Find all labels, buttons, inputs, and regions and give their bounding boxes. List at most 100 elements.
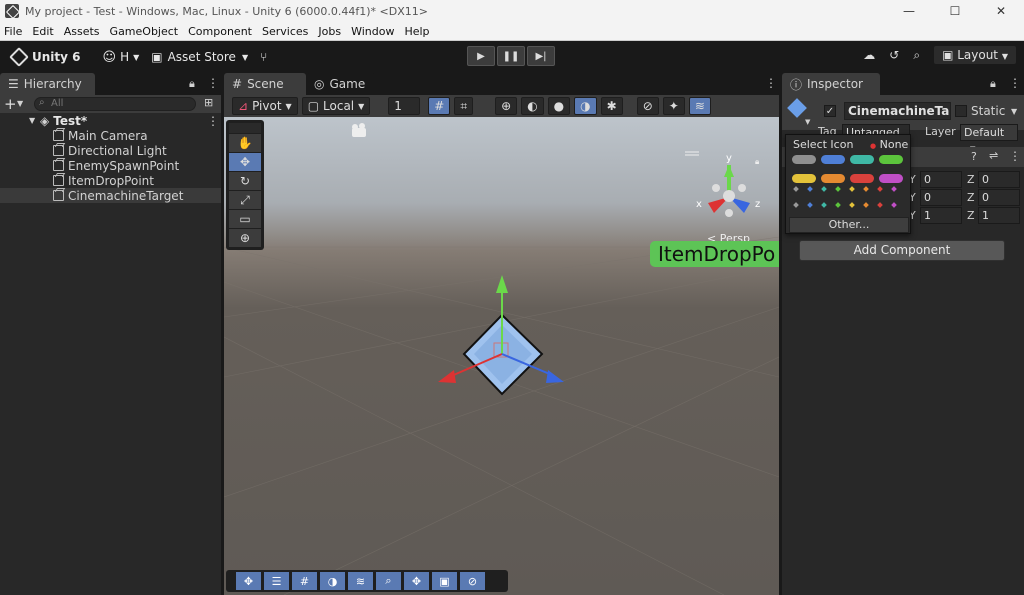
dot-icon-option[interactable] [877,186,883,192]
menu-jobs[interactable]: Jobs [313,25,346,38]
rotate-tool-button[interactable]: ↻ [229,172,261,190]
shading-wire-toggle[interactable]: ◐ [521,97,544,115]
account-button[interactable]: ☺ H ▼ [97,46,146,68]
hamburger-icon[interactable] [685,151,699,156]
pivot-dropdown[interactable]: ⊿ Pivot ▼ [232,97,298,115]
more-options-icon[interactable]: ⋮ [1009,76,1021,90]
shading-solid-toggle[interactable]: ● [547,97,571,115]
label-icon-option[interactable] [792,155,816,164]
dot-icon-option[interactable] [863,186,869,192]
asset-store-button[interactable]: ▣ Asset Store ▼ [145,46,254,68]
layout-dropdown[interactable]: ▣ Layout ▼ [934,46,1016,64]
local-dropdown[interactable]: ▢ Local ▼ [301,97,371,115]
rect-tool-button[interactable]: ▭ [229,210,261,228]
label-icon-option[interactable] [821,174,845,183]
menu-edit[interactable]: Edit [27,25,58,38]
scene-row[interactable]: ▼ ◈ Test* ⋮ [0,113,221,128]
preset-icon[interactable]: ⇌ [989,149,998,162]
tab-scene[interactable]: # Scene [224,73,306,95]
grid-snap-input[interactable]: 1 [388,97,421,115]
transform-tool-button[interactable]: ⊕ [229,229,261,247]
move-overlay-button-2[interactable]: ✥ [404,572,429,590]
scale-tool-button[interactable]: ⤢ [229,191,261,209]
label-icon-option[interactable] [792,174,816,183]
gizmo-toggle[interactable]: ⊕ [495,97,518,115]
lock-icon[interactable]: 🔒︎ [755,157,759,167]
palette-drag-handle[interactable] [229,123,261,133]
debug-toggle[interactable]: ✱ [600,97,623,115]
shading-overlay-button[interactable]: ◑ [320,572,345,590]
grid-toggle[interactable]: # [428,97,451,115]
add-component-button[interactable]: Add Component [799,240,1005,261]
move-tool-button[interactable]: ✥ [229,153,261,171]
transform-gizmo[interactable] [438,275,564,396]
label-icon-option[interactable] [821,155,845,164]
search-icon[interactable]: ⌕ [913,48,920,63]
hierarchy-item[interactable]: Main Camera [0,128,221,143]
expand-arrow-icon[interactable]: ▼ [29,116,35,125]
hierarchy-item-selected[interactable]: CinemachineTarget [0,188,221,203]
dot-icon-option[interactable] [807,186,813,192]
scale-z-input[interactable]: 1 [978,207,1020,224]
dot-icon-option[interactable] [835,202,841,208]
position-y-input[interactable]: 0 [920,171,962,188]
menu-component[interactable]: Component [183,25,257,38]
dot-icon-option[interactable] [849,202,855,208]
position-z-input[interactable]: 0 [978,171,1020,188]
menu-gameobject[interactable]: GameObject [105,25,184,38]
tab-inspector[interactable]: ⓘ Inspector [782,73,880,95]
rotation-z-input[interactable]: 0 [978,189,1020,206]
maximize-button[interactable]: ☐ [932,0,978,22]
scale-y-input[interactable]: 1 [920,207,962,224]
static-checkbox[interactable] [955,105,967,117]
hierarchy-item[interactable]: Directional Light [0,143,221,158]
dot-icon-option[interactable] [891,186,897,192]
label-icon-option[interactable] [850,174,874,183]
close-button[interactable]: ✕ [978,0,1024,22]
snap-toggle[interactable]: ⌗ [454,97,474,115]
menu-services[interactable]: Services [257,25,313,38]
move-overlay-button[interactable]: ✥ [236,572,261,590]
more-options-icon[interactable]: ⋮ [207,76,219,90]
tab-game[interactable]: ◎ Game [306,73,376,95]
step-button[interactable]: ▶| [527,46,555,66]
scene-view[interactable]: y x z 🔒︎ < Persp ItemDropPo ✋ ✥ ↻ ⤢ ▭ ⊕ … [224,117,779,595]
hierarchy-item[interactable]: ItemDropPoint [0,173,221,188]
camera-overlay-button[interactable]: ▣ [432,572,457,590]
layers-overlay-button[interactable]: ≋ [348,572,373,590]
version-control-button[interactable]: ⑂ [254,46,273,68]
dot-icon-option[interactable] [849,186,855,192]
menu-window[interactable]: Window [346,25,399,38]
orientation-gizmo[interactable] [708,165,750,217]
dot-icon-option[interactable] [807,202,813,208]
dot-icon-option[interactable] [793,202,799,208]
layers-toggle[interactable]: ≋ [688,97,711,115]
active-checkbox[interactable]: ✓ [824,105,836,117]
none-option[interactable]: ● None [870,138,908,151]
minimize-button[interactable]: — [886,0,932,22]
play-button[interactable]: ▶ [467,46,495,66]
hierarchy-item[interactable]: EnemySpawnPoint [0,158,221,173]
menu-help[interactable]: Help [399,25,434,38]
menu-file[interactable]: File [0,25,27,38]
dot-icon-option[interactable] [793,186,799,192]
tab-hierarchy[interactable]: ☰ Hierarchy [0,73,95,95]
cloud-icon[interactable]: ☁ [863,48,875,62]
unity-menu-button[interactable]: Unity 6 [0,46,87,68]
label-icon-option[interactable] [879,174,903,183]
chevron-down-icon[interactable]: ▼ [805,118,810,126]
camera-gizmo-icon[interactable] [352,123,366,137]
dot-icon-option[interactable] [821,186,827,192]
hierarchy-search-input[interactable]: All [34,97,196,111]
lock-icon[interactable]: 🔒︎ [189,77,195,91]
settings-overlay-button[interactable]: ☰ [264,572,289,590]
hand-tool-button[interactable]: ✋ [229,134,261,152]
more-options-icon[interactable]: ⋮ [765,76,777,90]
compass-overlay-button[interactable]: ⊘ [460,572,485,590]
audio-toggle[interactable]: ⊘ [636,97,659,115]
rotation-y-input[interactable]: 0 [920,189,962,206]
chevron-down-icon[interactable]: ▼ [1011,107,1017,116]
menu-assets[interactable]: Assets [59,25,105,38]
more-options-icon[interactable]: ⋮ [207,114,219,128]
dot-icon-option[interactable] [863,202,869,208]
